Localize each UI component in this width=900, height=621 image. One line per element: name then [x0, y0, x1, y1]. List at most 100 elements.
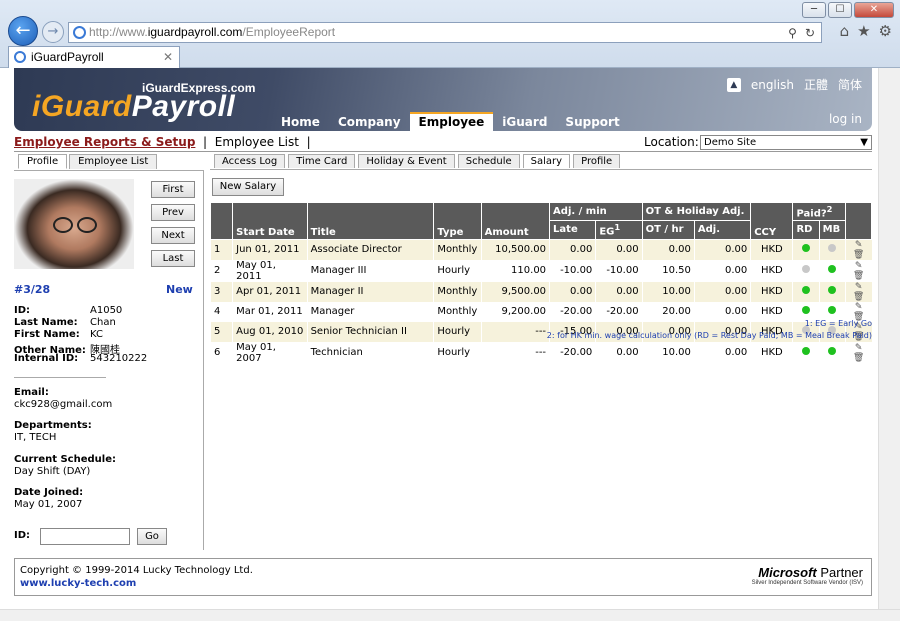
- maximize-button[interactable]: ☐: [828, 2, 852, 18]
- tab-time-card[interactable]: Time Card: [288, 154, 356, 168]
- search-icon[interactable]: ⚲: [788, 24, 797, 43]
- note-eg: 1: EG = Early Go: [804, 319, 872, 328]
- cell-mb: [818, 259, 846, 282]
- new-employee-link[interactable]: New: [166, 283, 193, 296]
- row-actions: ✎ 🗑: [844, 239, 872, 260]
- nav-support[interactable]: Support: [556, 112, 628, 131]
- status-dot-icon: [802, 347, 811, 356]
- nav-iguard[interactable]: iGuard: [493, 112, 556, 131]
- cell-ot-hr: 10.50: [641, 259, 695, 282]
- cell-amount: 110.00: [480, 259, 550, 282]
- row-number: 6: [209, 341, 233, 364]
- table-row[interactable]: 2 May 01, 2011 Manager III Hourly 110.00 -10.…: [209, 259, 872, 282]
- id-row: ID: A1050: [14, 305, 123, 316]
- back-button[interactable]: ←: [8, 16, 38, 46]
- lang-english-link[interactable]: english: [751, 78, 794, 92]
- status-dot-icon: [828, 265, 837, 274]
- horizontal-scrollbar[interactable]: [0, 609, 900, 621]
- departments-label: Departments:: [14, 420, 92, 431]
- edit-pencil-icon[interactable]: ✎: [855, 282, 863, 292]
- cell-type: Monthly: [433, 281, 482, 302]
- tab-close-icon[interactable]: ✕: [163, 47, 173, 67]
- id-search-input[interactable]: [40, 528, 130, 545]
- status-dot-icon: [828, 306, 837, 315]
- location-select[interactable]: Demo Site ▼: [700, 135, 872, 150]
- breadcrumb-section-link[interactable]: Employee Reports & Setup: [14, 135, 195, 149]
- glasses-shape: [50, 217, 100, 233]
- col-ot-holiday: OT & Holiday Adj.: [641, 201, 752, 222]
- address-bar[interactable]: http://www.iguardpayroll.com/EmployeeRep…: [68, 22, 822, 43]
- browser-chrome: ─ ☐ ✕ ← → http://www.iguardpayroll.com/E…: [0, 0, 900, 68]
- col-ot-hr: OT / hr: [641, 220, 695, 240]
- tab-salary[interactable]: Salary: [522, 154, 571, 168]
- edit-pencil-icon[interactable]: ✎: [855, 343, 863, 353]
- prev-button[interactable]: Prev: [151, 204, 195, 221]
- row-number: 4: [209, 301, 233, 322]
- last-button[interactable]: Last: [151, 250, 195, 267]
- first-button[interactable]: First: [151, 181, 195, 198]
- nav-employee[interactable]: Employee: [409, 112, 494, 131]
- col-mb: MB: [818, 220, 846, 240]
- row-actions: ✎ 🗑: [844, 259, 872, 282]
- cell-ccy: HKD: [750, 301, 793, 322]
- cell-ot-adj: 0.00: [693, 341, 751, 364]
- web-page: iGuardExpress.com iGuardPayroll ▲ englis…: [0, 68, 878, 621]
- copyright-text: Copyright © 1999-2014 Lucky Technology L…: [20, 565, 253, 576]
- lucky-tech-link[interactable]: www.lucky-tech.com: [20, 578, 136, 589]
- new-salary-button[interactable]: New Salary: [212, 178, 284, 196]
- delete-trash-icon[interactable]: 🗑: [853, 353, 864, 363]
- employee-detail-tabs: Access Log Time Card Holiday & Event Sch…: [214, 154, 623, 168]
- record-number: #3/28: [14, 283, 51, 296]
- cell-late: 0.00: [549, 239, 596, 260]
- cell-rd: [792, 259, 820, 282]
- go-button[interactable]: Go: [137, 528, 167, 545]
- cell-start-date: May 01, 2007: [232, 341, 308, 364]
- edit-pencil-icon[interactable]: ✎: [855, 302, 863, 312]
- table-row[interactable]: 3 Apr 01, 2011 Manager II Monthly 9,500.00 0.…: [209, 281, 872, 302]
- lang-simplified-link[interactable]: 简体: [838, 76, 862, 93]
- delete-trash-icon[interactable]: 🗑: [853, 271, 864, 281]
- cell-title: Senior Technician II: [306, 321, 434, 342]
- edit-pencil-icon[interactable]: ✎: [855, 261, 863, 271]
- schedule-label: Current Schedule:: [14, 454, 117, 465]
- breadcrumb-divider: [14, 151, 872, 152]
- tab-access-log[interactable]: Access Log: [214, 154, 286, 168]
- tab-detail-profile[interactable]: Profile: [573, 154, 621, 168]
- employee-photo: [14, 179, 134, 269]
- col-type: Type: [433, 202, 482, 240]
- nav-company[interactable]: Company: [329, 112, 410, 131]
- home-icon[interactable]: ⌂: [840, 22, 850, 40]
- cell-start-date: May 01, 2011: [232, 259, 308, 282]
- cell-ot-adj: 0.00: [693, 281, 751, 302]
- id-search-label: ID:: [14, 530, 31, 541]
- lang-traditional-link[interactable]: 正體: [804, 76, 828, 93]
- cell-amount: ---: [480, 341, 550, 364]
- tab-schedule[interactable]: Schedule: [457, 154, 520, 168]
- close-window-button[interactable]: ✕: [854, 2, 894, 18]
- col-amount: Amount: [480, 202, 551, 240]
- table-row[interactable]: 1 Jun 01, 2011 Associate Director Monthly 10…: [209, 239, 872, 260]
- vertical-scrollbar[interactable]: [878, 68, 900, 609]
- browser-tab[interactable]: iGuardPayroll ✕: [8, 46, 180, 68]
- settings-gear-icon[interactable]: ⚙: [879, 22, 892, 40]
- tab-employee-list[interactable]: Employee List: [69, 154, 158, 169]
- delete-trash-icon[interactable]: 🗑: [853, 250, 864, 260]
- breadcrumb: Employee Reports & Setup | Employee List…: [14, 135, 311, 149]
- login-link[interactable]: log in: [829, 112, 862, 126]
- table-row[interactable]: 6 May 01, 2007 Technician Hourly --- -20.00 0.…: [209, 341, 872, 364]
- cell-late: -10.00: [549, 259, 596, 282]
- refresh-icon[interactable]: ↻: [805, 24, 815, 43]
- delete-trash-icon[interactable]: 🗑: [853, 292, 864, 302]
- nav-home[interactable]: Home: [272, 112, 329, 131]
- tab-holiday-event[interactable]: Holiday & Event: [358, 154, 455, 168]
- favorites-star-icon[interactable]: ★: [857, 22, 870, 40]
- forward-button[interactable]: →: [42, 21, 64, 43]
- table-row[interactable]: 4 Mar 01, 2011 Manager Monthly 9,200.00 -20.0…: [209, 301, 872, 322]
- tab-profile[interactable]: Profile: [18, 154, 68, 169]
- edit-pencil-icon[interactable]: ✎: [855, 240, 863, 250]
- col-eg: EG1: [595, 220, 643, 240]
- next-button[interactable]: Next: [151, 227, 195, 244]
- minimize-button[interactable]: ─: [802, 2, 826, 18]
- site-logo[interactable]: iGuardPayroll: [32, 90, 235, 124]
- cell-eg: -10.00: [595, 259, 643, 282]
